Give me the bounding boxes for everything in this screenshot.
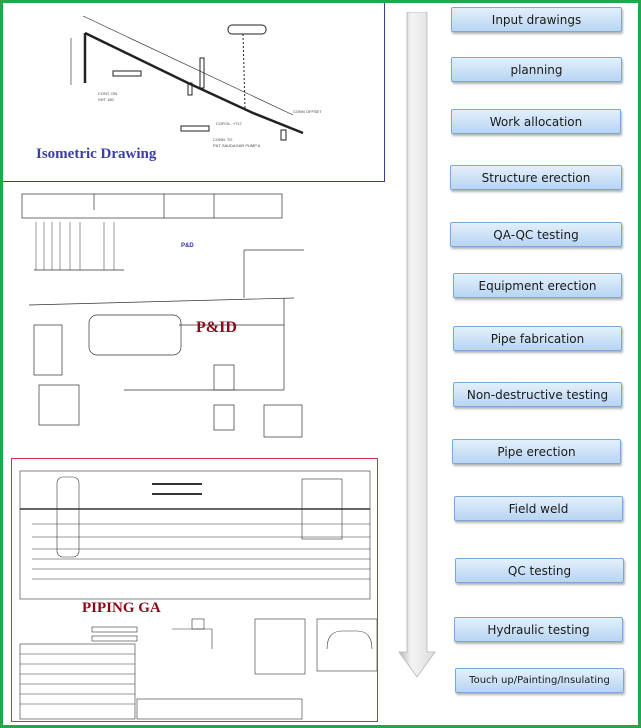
flow-step-input-drawings: Input drawings [451, 7, 622, 32]
piping-ga-title: PIPING GA [82, 600, 161, 616]
flow-step-field-weld: Field weld [454, 496, 623, 521]
svg-text:CONN OFFSET: CONN OFFSET [293, 109, 322, 114]
piping-ga-panel [11, 458, 378, 722]
flow-step-hydraulic-testing: Hydraulic testing [454, 617, 623, 642]
piping-ga-sketch [19, 470, 377, 720]
pid-drawing-panel [14, 190, 314, 448]
svg-text:COP.OL. +717: COP.OL. +717 [216, 121, 243, 126]
flow-step-qa-qc-testing: QA-QC testing [450, 222, 622, 247]
flow-step-qc-testing: QC testing [455, 558, 624, 583]
pid-sketch [21, 193, 304, 438]
pid-title: P&ID [196, 319, 237, 336]
svg-text:P&T SAUDAGAR PUMP A: P&T SAUDAGAR PUMP A [213, 143, 261, 148]
flow-step-equipment-erection: Equipment erection [453, 273, 622, 298]
flow-step-work-allocation: Work allocation [451, 109, 621, 134]
flow-step-pipe-erection: Pipe erection [452, 439, 621, 464]
pid-inner-label: P&D [181, 243, 194, 249]
flow-step-pipe-fabrication: Pipe fabrication [453, 326, 622, 351]
flow-step-planning: planning [451, 57, 622, 82]
process-flow-arrow [398, 11, 438, 682]
svg-text:CONN. TO: CONN. TO [213, 137, 232, 142]
flow-step-structure-erection: Structure erection [450, 165, 622, 190]
svg-text:SHT 180: SHT 180 [98, 97, 114, 102]
flow-step-non-destructive-testing: Non-destructive testing [453, 382, 622, 407]
down-arrow-icon [398, 11, 436, 678]
svg-text:CONT. ON: CONT. ON [98, 91, 117, 96]
isometric-drawing-title: Isometric Drawing [36, 146, 157, 162]
flow-step-touch-up-painting-insulating: Touch up/Painting/Insulating [455, 668, 624, 693]
isometric-drawing-panel: CONT. ON SHT 180 CONN. TO P&T SAUDAGAR P… [3, 3, 385, 182]
